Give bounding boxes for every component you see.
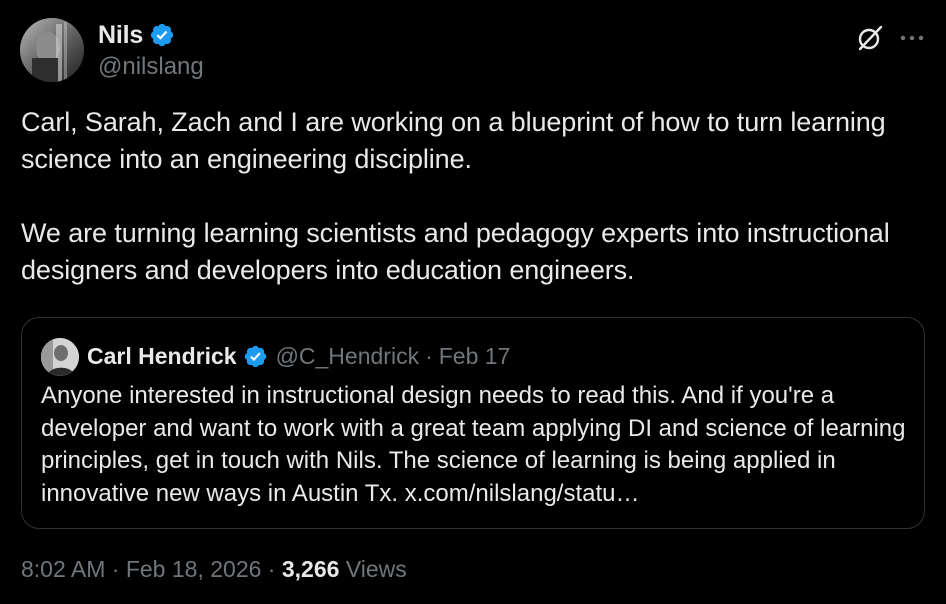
tweet-date[interactable]: Feb 18, 2026 xyxy=(126,556,262,582)
meta-separator: · xyxy=(111,556,120,582)
author-info: Nils @nilslang xyxy=(98,18,204,81)
quoted-text: Anyone interested in instructional desig… xyxy=(41,382,906,507)
verified-badge-icon[interactable] xyxy=(149,22,175,48)
quoted-header: Carl Hendrick @C_Hendrick · Feb 17 xyxy=(87,340,510,372)
tweet-time[interactable]: 8:02 AM xyxy=(21,556,105,582)
author-avatar[interactable] xyxy=(20,18,84,82)
quoted-date[interactable]: Feb 17 xyxy=(439,343,511,370)
views-count: 3,266 xyxy=(281,556,340,582)
author-handle[interactable]: @nilslang xyxy=(98,53,204,81)
quoted-author-avatar[interactable] xyxy=(41,338,79,376)
more-options-icon[interactable] xyxy=(898,26,926,50)
tweet-meta: 8:02 AM · Feb 18, 2026 · 3,266 Views xyxy=(21,556,407,583)
quoted-separator: · xyxy=(425,342,433,369)
tweet-card: Nils @nilslang Carl, Sarah, Zach and I a… xyxy=(0,0,946,604)
grok-icon[interactable] xyxy=(856,24,884,52)
tweet-paragraph: Carl, Sarah, Zach and I are working on a… xyxy=(21,107,886,174)
tweet-paragraph: We are turning learning scientists and p… xyxy=(21,218,890,285)
meta-separator: · xyxy=(267,556,276,582)
tweet-text: Carl, Sarah, Zach and I are working on a… xyxy=(21,104,931,289)
author-display-name[interactable]: Nils xyxy=(98,21,143,50)
verified-badge-icon[interactable] xyxy=(243,344,268,369)
views-label: Views xyxy=(345,556,407,582)
quoted-author-name[interactable]: Carl Hendrick xyxy=(87,343,237,370)
quoted-tweet[interactable]: Carl Hendrick @C_Hendrick · Feb 17 Anyon… xyxy=(21,317,925,529)
quoted-author-handle[interactable]: @C_Hendrick xyxy=(276,343,420,370)
author-name-row: Nils xyxy=(98,18,204,52)
